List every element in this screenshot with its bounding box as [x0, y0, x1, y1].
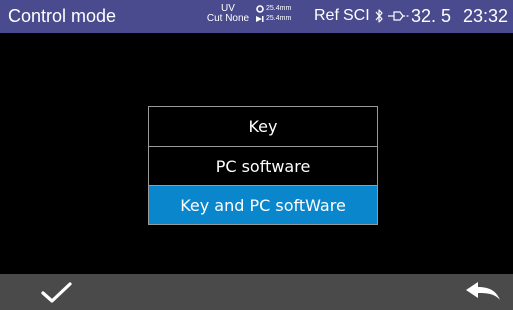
- bluetooth-icon: [375, 9, 383, 23]
- bottom-bar: [0, 274, 513, 310]
- checkmark-icon[interactable]: [40, 282, 74, 304]
- fiber-top-length: 25.4mm: [266, 5, 292, 12]
- control-mode-menu: Key PC software Key and PC softWare: [148, 106, 378, 225]
- cut-label: Cut None: [206, 13, 250, 24]
- clock: 23:32: [463, 6, 509, 26]
- menu-item-key-and-pc-software[interactable]: Key and PC softWare: [149, 185, 377, 224]
- power-plug-icon: [388, 11, 409, 21]
- ref-label: Ref: [314, 7, 339, 24]
- menu-item-pc-software[interactable]: PC software: [149, 146, 377, 185]
- page-title: Control mode: [8, 6, 117, 26]
- fiber-arrow-icon: [256, 16, 264, 22]
- fiber-ring-icon: [256, 5, 264, 13]
- status-bar: Control mode UV Cut None 25.4mm 25.4mm R…: [0, 0, 513, 33]
- fiber-length-indicator: 25.4mm 25.4mm: [256, 4, 291, 24]
- temperature-readout: 32. 5: [411, 6, 452, 26]
- back-arrow-icon[interactable]: [464, 280, 502, 304]
- uv-cut-indicator: UV Cut None: [205, 4, 251, 24]
- menu-item-key[interactable]: Key: [149, 107, 377, 146]
- sci-label: SCI: [343, 7, 370, 24]
- fiber-bottom-length: 25.4mm: [266, 15, 292, 22]
